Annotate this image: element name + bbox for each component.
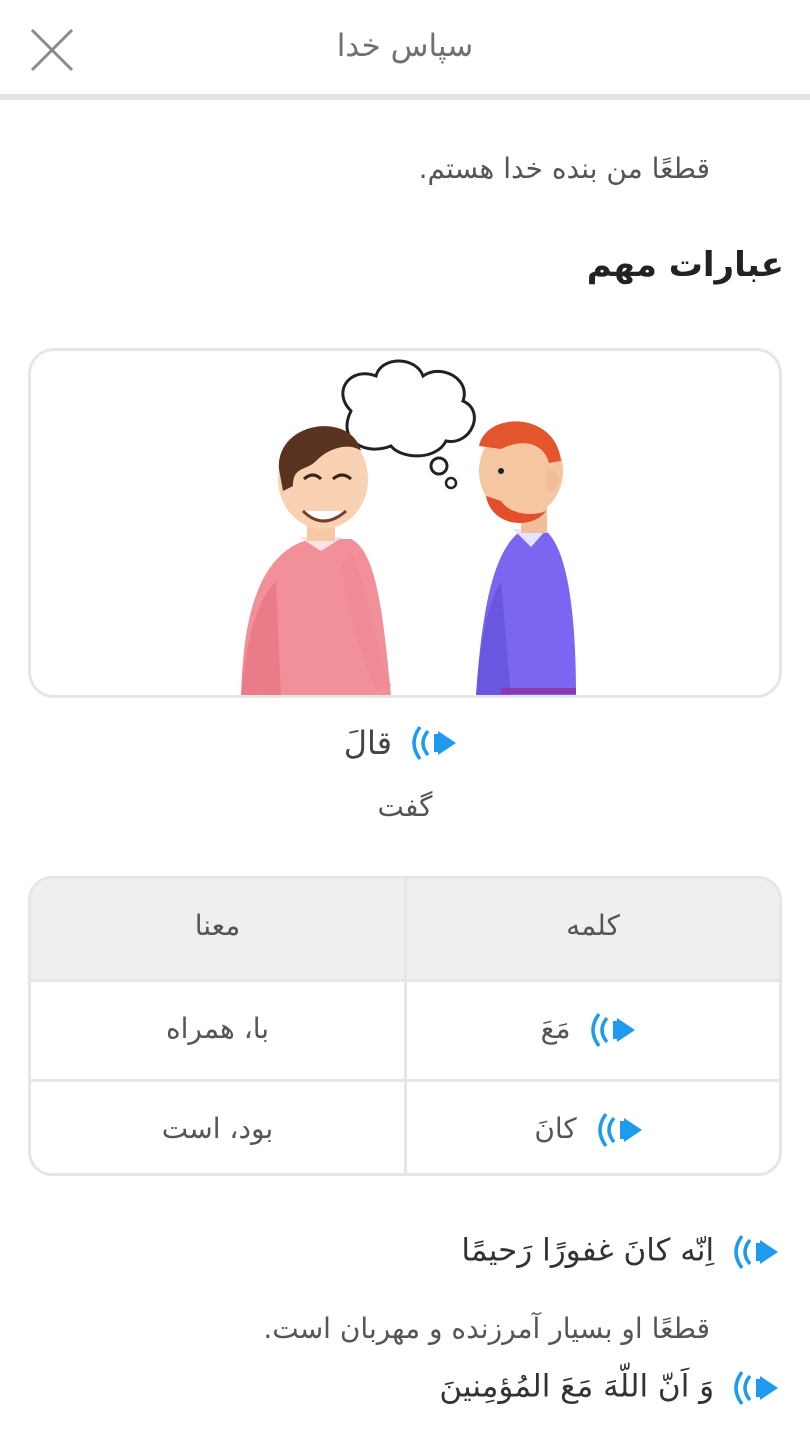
speaker-icon[interactable] bbox=[594, 1110, 652, 1150]
page-title: سپاس خدا bbox=[336, 28, 474, 64]
verse-arabic: اِنّه کانَ غفورًا رَحیمًا bbox=[461, 1232, 715, 1269]
verse-line: اِنّه کانَ غفورًا رَحیمًا bbox=[461, 1232, 788, 1272]
featured-word: قالَ bbox=[343, 724, 393, 762]
verse-line: وَ اَنّ اللّهَ مَعَ المُؤمِنینَ bbox=[439, 1368, 788, 1408]
table-header-row: معنا کلمه bbox=[31, 879, 779, 979]
illustration-card bbox=[28, 348, 782, 698]
table-cell-word: کانَ bbox=[407, 1082, 779, 1176]
table-cell-word: مَعَ bbox=[407, 982, 779, 1082]
table-word-text: مَعَ bbox=[540, 1012, 571, 1045]
intro-sentence: قطعًا من بنده خدا هستم. bbox=[418, 152, 710, 185]
table-cell-meaning: بود، است bbox=[31, 1082, 407, 1173]
top-bar: سپاس خدا bbox=[0, 0, 810, 100]
featured-word-meaning: گفت bbox=[377, 790, 433, 823]
section-title: عبارات مهم bbox=[586, 245, 784, 285]
speaker-icon[interactable] bbox=[587, 1010, 645, 1050]
speaker-icon[interactable] bbox=[730, 1368, 788, 1408]
table-word-text: کانَ bbox=[534, 1112, 577, 1145]
featured-word-row: قالَ bbox=[0, 722, 810, 763]
table-row: بود، است کانَ bbox=[31, 1079, 779, 1176]
vocabulary-table: معنا کلمه با، همراه مَعَ بود، است کانَ bbox=[28, 876, 782, 1176]
speaker-icon[interactable] bbox=[408, 723, 466, 763]
table-header-meaning: معنا bbox=[31, 879, 407, 979]
verse-translation: قطعًا او بسیار آمرزنده و مهربان است. bbox=[263, 1312, 710, 1345]
speaker-icon[interactable] bbox=[730, 1232, 788, 1272]
verse-arabic: وَ اَنّ اللّهَ مَعَ المُؤمِنینَ bbox=[439, 1368, 715, 1405]
table-header-word: کلمه bbox=[566, 909, 620, 942]
table-cell-meaning: با، همراه bbox=[31, 982, 407, 1082]
two-men-talking-illustration bbox=[241, 359, 576, 695]
table-row: با، همراه مَعَ bbox=[31, 979, 779, 1082]
